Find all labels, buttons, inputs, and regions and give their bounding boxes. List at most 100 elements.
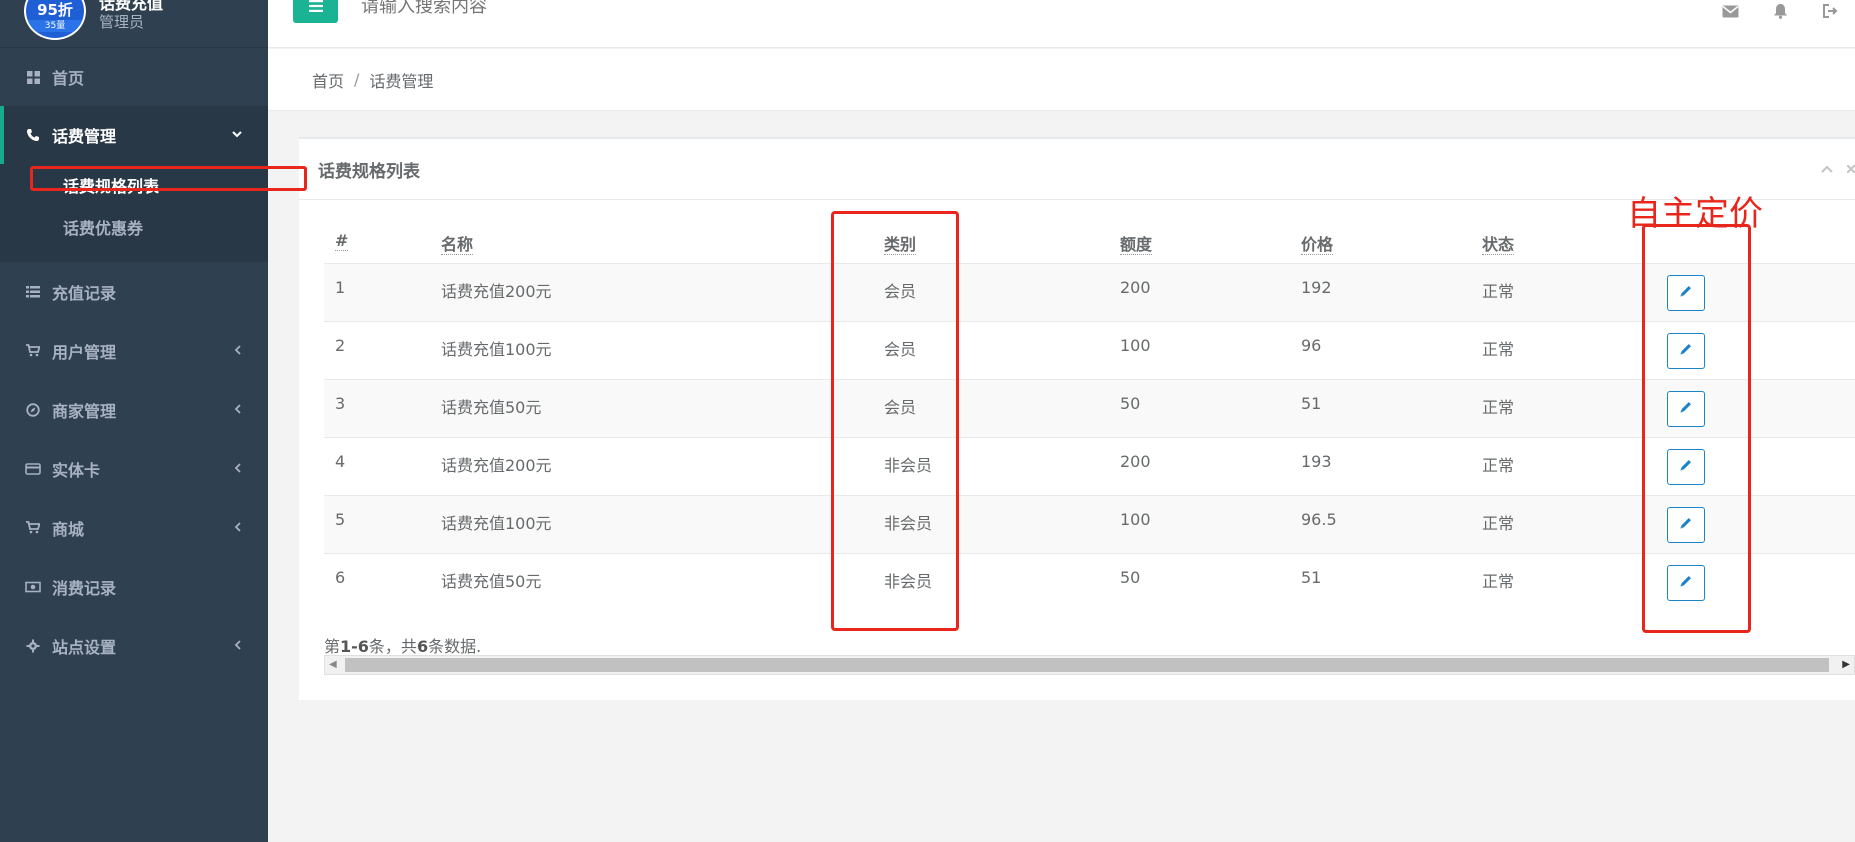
list-icon [24,283,42,301]
cell-category: 非会员 [884,494,1120,553]
sidebar-item-label: 商家管理 [52,401,117,421]
summary-total: 6 [416,637,429,656]
panel-header: 话费规格列表 [299,139,1855,200]
cell-category: 会员 [884,320,1120,379]
bell-icon[interactable] [1755,0,1805,22]
sidebar-item-user-management[interactable]: 用户管理 [0,321,268,380]
cell-category: 非会员 [884,436,1120,495]
sidebar-item-label: 实体卡 [52,460,101,480]
cell-price: 51 [1301,552,1482,611]
sidebar-item-label: 站点设置 [52,637,117,657]
cell-index: 1 [324,262,441,321]
cell-amount: 100 [1120,320,1301,379]
chevron-left-icon [234,461,242,477]
breadcrumb-separator: / [354,70,360,89]
column-header-index: # [324,219,441,264]
summary-prefix: 第 [324,637,341,656]
summary-suffix: 条数据. [428,637,482,656]
pagination-summary: 第1-6条，共6条数据. [324,633,481,657]
credit-card-icon [24,460,42,478]
sidebar-item-home[interactable]: 首页 [0,47,268,106]
sidebar-item-label: 充值记录 [52,283,117,303]
sidebar-item-physical-card[interactable]: 实体卡 [0,439,268,498]
sidebar-item-label: 首页 [52,69,85,88]
horizontal-scrollbar[interactable]: ◀ ▶ [324,655,1855,675]
scroll-left-arrow-icon[interactable]: ◀ [329,659,337,670]
chevron-left-icon [234,520,242,536]
edit-button[interactable] [1667,274,1705,311]
annotation-label: 自主定价 [1627,194,1763,234]
close-icon[interactable] [1846,161,1855,177]
sidebar-item-phone-fee[interactable]: 话费管理 [0,106,268,164]
sidebar-item-mall[interactable]: 商城 [0,498,268,557]
column-header-amount[interactable]: 额度 [1120,219,1301,264]
scrollbar-thumb[interactable] [345,658,1829,672]
cell-name: 话费充值100元 [441,494,884,553]
compass-icon [24,401,42,419]
sidebar-toggle-button[interactable] [293,0,338,23]
pencil-icon [1679,399,1693,418]
table-row: 3 话费充值50元 会员 50 51 正常 [324,378,1855,437]
sidebar-item-label: 消费记录 [52,578,117,598]
cell-status: 正常 [1482,320,1664,379]
cell-index: 3 [324,378,441,437]
edit-button[interactable] [1667,506,1705,543]
cell-price: 96.5 [1301,494,1482,553]
chevron-down-icon [232,127,242,143]
money-icon [24,578,42,596]
envelope-icon[interactable] [1705,0,1755,22]
scroll-right-arrow-icon[interactable]: ▶ [1842,659,1850,670]
profile: 95折 35量 话费充值 管理员 [0,0,268,47]
menu-icon [308,0,323,17]
column-header-category[interactable]: 类别 [884,219,1120,264]
submenu-phone-fee: 话费规格列表 话费优惠券 [0,164,268,262]
cell-actions [1664,494,1855,553]
chevron-left-icon [234,343,242,359]
summary-middle: 条，共 [368,637,417,656]
cell-amount: 100 [1120,494,1301,553]
avatar-text: 95折 [37,1,73,19]
column-header-label: 额度 [1120,235,1153,255]
edit-button[interactable] [1667,390,1705,427]
cell-actions [1664,552,1855,611]
pencil-icon [1679,515,1693,534]
cell-category: 会员 [884,262,1120,321]
panel-title: 话费规格列表 [318,161,420,182]
content-panel: 话费规格列表 # 名称 类别 额度 价格 状态 1 话费充值200元 会员 200 19… [299,137,1855,700]
cell-status: 正常 [1482,494,1664,553]
cell-actions [1664,378,1855,437]
edit-button[interactable] [1667,564,1705,601]
gear-icon [24,637,42,655]
sidebar-menu: 首页 话费管理 话费规格列表 话费优惠券 充值记录 用户管理 商家管理 实体卡 … [0,47,268,675]
sidebar-item-consumption-records[interactable]: 消费记录 [0,557,268,616]
column-header-label: # [335,231,349,251]
submenu-item-coupon[interactable]: 话费优惠券 [0,206,268,248]
cell-index: 2 [324,320,441,379]
search-input[interactable] [361,0,761,17]
sidebar-item-recharge-records[interactable]: 充值记录 [0,262,268,321]
column-header-label: 价格 [1301,235,1334,255]
avatar[interactable]: 95折 35量 [24,0,86,40]
sidebar-item-site-settings[interactable]: 站点设置 [0,616,268,675]
sidebar-item-merchant-management[interactable]: 商家管理 [0,380,268,439]
column-header-price[interactable]: 价格 [1301,219,1482,264]
dashboard-icon [24,68,42,86]
cell-amount: 50 [1120,552,1301,611]
submenu-item-spec-list[interactable]: 话费规格列表 [0,164,268,206]
signout-icon[interactable] [1805,0,1855,22]
table-row: 2 话费充值100元 会员 100 96 正常 [324,320,1855,379]
cell-actions [1664,262,1855,321]
edit-button[interactable] [1667,448,1705,485]
panel-tools [1821,161,1855,177]
phone-icon [24,126,42,144]
chevron-up-icon[interactable] [1821,161,1833,177]
breadcrumb-home[interactable]: 首页 [312,68,344,92]
sidebar-item-label: 商城 [52,519,85,539]
column-header-name[interactable]: 名称 [441,219,884,264]
breadcrumb-current: 话费管理 [369,71,434,91]
cell-status: 正常 [1482,378,1664,437]
cart-icon [24,342,42,360]
cell-actions [1664,320,1855,379]
edit-button[interactable] [1667,332,1705,369]
cell-category: 会员 [884,378,1120,437]
